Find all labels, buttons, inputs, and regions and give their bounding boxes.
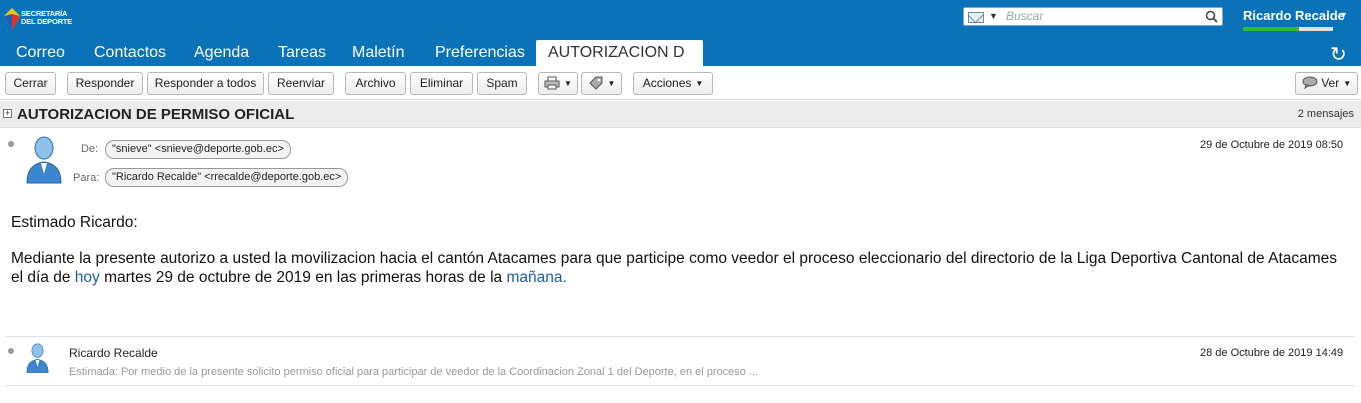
logo: SECRETARÍA DEL DEPORTE: [2, 4, 80, 34]
tag-icon: [588, 76, 603, 90]
forward-button[interactable]: Reenviar: [268, 72, 334, 95]
message-snippet[interactable]: Estimada: Por medio de la presente solic…: [69, 366, 758, 378]
body-text-2: martes 29 de octubre de 2019 en las prim…: [99, 269, 507, 286]
avatar-icon: [26, 343, 49, 373]
refresh-icon[interactable]: ↻: [1330, 42, 1347, 67]
to-address[interactable]: "Ricardo Recalde" <rrecalde@deporte.gob.…: [105, 168, 349, 187]
to-label: Para:: [73, 172, 100, 184]
tab-maletin[interactable]: Maletín: [352, 40, 404, 66]
view-button[interactable]: Ver ▼: [1295, 72, 1358, 95]
tab-autorizacion-label: AUTORIZACION D: [548, 44, 685, 61]
message-date: 28 de Octubre de 2019 14:49: [1200, 347, 1344, 359]
read-status-dot[interactable]: [8, 141, 14, 147]
body-paragraph: Mediante la presente autorizo a usted la…: [11, 249, 1341, 287]
printer-icon: [544, 76, 560, 90]
toolbar: Cerrar Responder Responder a todos Reenv…: [0, 66, 1361, 100]
quota-bar: [1243, 27, 1333, 31]
tab-contactos[interactable]: Contactos: [94, 40, 166, 66]
avatar-icon: [26, 136, 62, 184]
tab-agenda[interactable]: Agenda: [194, 40, 249, 66]
message-date: 29 de Octubre de 2019 08:50: [1200, 139, 1344, 151]
spam-button[interactable]: Spam: [477, 72, 527, 95]
message-body: Estimado Ricardo: Mediante la presente a…: [11, 213, 1341, 304]
view-label: Ver: [1321, 76, 1340, 90]
read-status-dot[interactable]: [8, 348, 14, 354]
chevron-down-icon[interactable]: ▼: [989, 11, 998, 21]
delete-button[interactable]: Eliminar: [410, 72, 473, 95]
actions-button[interactable]: Acciones ▼: [633, 72, 713, 95]
greeting: Estimado Ricardo:: [11, 214, 138, 231]
divider: [5, 336, 1355, 337]
speech-bubble-icon: [1302, 76, 1318, 90]
quota-fill: [1243, 27, 1299, 31]
from-address[interactable]: "snieve" <snieve@deporte.gob.ec>: [105, 140, 291, 159]
chevron-down-icon[interactable]: ▼: [1339, 10, 1348, 20]
message-sender[interactable]: Ricardo Recalde: [69, 346, 158, 360]
conversation-header: + AUTORIZACION DE PERMISO OFICIAL 2 mens…: [0, 101, 1361, 128]
reply-all-button[interactable]: Responder a todos: [147, 72, 264, 95]
print-button[interactable]: ▼: [538, 72, 578, 95]
date-link-hoy[interactable]: hoy: [75, 269, 100, 286]
actions-label: Acciones: [642, 76, 692, 90]
date-link-manana[interactable]: mañana.: [506, 269, 566, 286]
tab-preferencias[interactable]: Preferencias: [435, 40, 525, 66]
divider: [5, 385, 1355, 386]
search-icon[interactable]: [1205, 10, 1218, 23]
reply-button[interactable]: Responder: [67, 72, 143, 95]
from-label: De:: [81, 143, 99, 155]
tab-tareas[interactable]: Tareas: [278, 40, 326, 66]
tab-correo[interactable]: Correo: [16, 40, 65, 66]
conversation-subject: AUTORIZACION DE PERMISO OFICIAL: [17, 106, 295, 123]
message-count: 2 mensajes: [1297, 108, 1354, 120]
logo-text-2: DEL DEPORTE: [21, 17, 73, 26]
search-box[interactable]: ▼ Buscar: [963, 7, 1223, 26]
expand-icon[interactable]: +: [3, 109, 12, 118]
tab-autorizacion[interactable]: AUTORIZACION D×: [536, 40, 703, 86]
user-name[interactable]: Ricardo Recalde: [1243, 8, 1345, 23]
tag-button[interactable]: ▼: [581, 72, 622, 95]
search-input[interactable]: Buscar: [1006, 9, 1043, 23]
top-bar: SECRETARÍA DEL DEPORTE ▼ Buscar Ricardo …: [0, 0, 1361, 86]
mail-icon[interactable]: [968, 12, 984, 23]
archive-button[interactable]: Archivo: [345, 72, 406, 95]
close-button[interactable]: Cerrar: [5, 72, 56, 95]
logo-mark-icon: [4, 8, 20, 30]
